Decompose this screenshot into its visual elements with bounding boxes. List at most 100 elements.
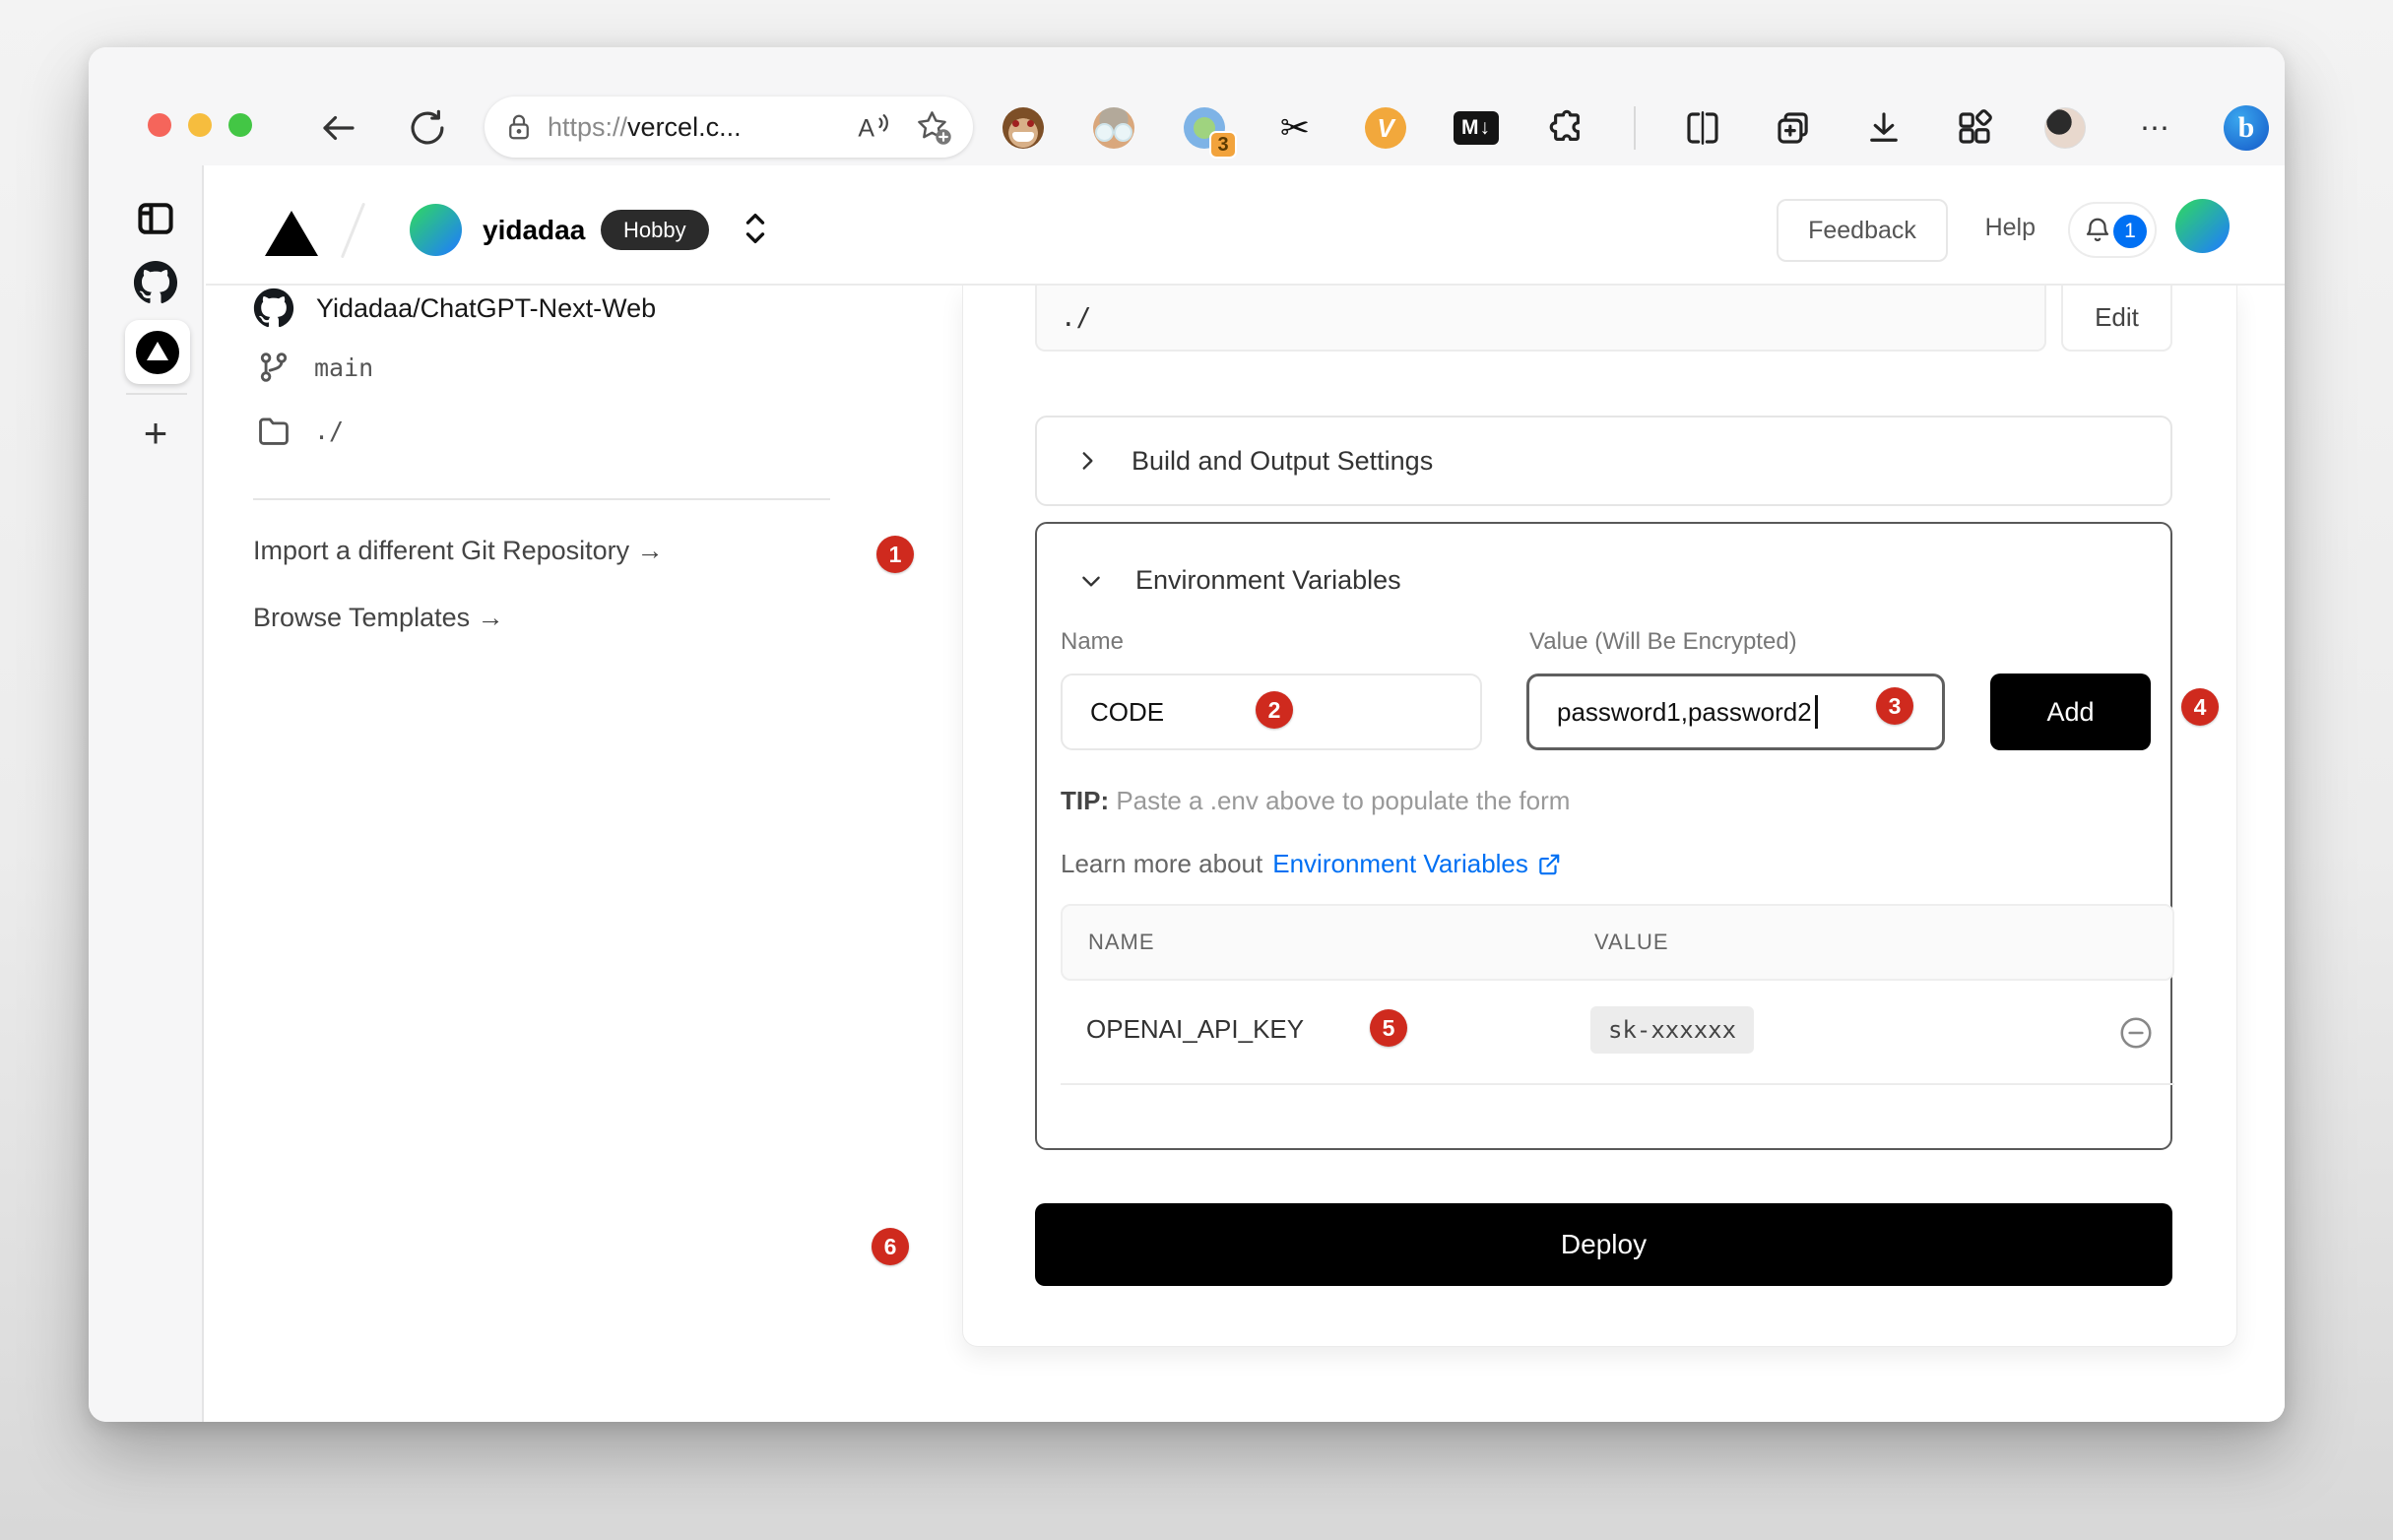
env-row-value: sk-xxxxxx: [1590, 1006, 1754, 1054]
edit-root-directory-button[interactable]: Edit: [2061, 286, 2172, 352]
downloads-button[interactable]: [1860, 104, 1908, 152]
remove-env-variable-button[interactable]: [2117, 1014, 2155, 1052]
value-label: Value (Will Be Encrypted): [1529, 628, 1797, 656]
chevron-down-icon: [1078, 568, 1104, 594]
plan-badge: Hobby: [601, 210, 709, 250]
github-icon: [133, 260, 178, 305]
environment-variables-section: Environment Variables Name Value (Will B…: [1035, 522, 2172, 1150]
minimize-window-button[interactable]: [188, 113, 212, 137]
build-output-settings-section[interactable]: Build and Output Settings: [1035, 416, 2172, 506]
external-link-icon: [1536, 852, 1562, 877]
import-project-body: Yidadaa/ChatGPT-Next-Web main ./ Import …: [206, 286, 2285, 1422]
userscript-extension-icon[interactable]: [1090, 104, 1137, 152]
repo-info-row: Yidadaa/ChatGPT-Next-Web: [253, 288, 656, 329]
feedback-button[interactable]: Feedback: [1777, 199, 1948, 262]
markdown-extension-icon[interactable]: M↓: [1453, 104, 1500, 152]
annotation-badge-4: 4: [2181, 688, 2219, 726]
environment-variables-header[interactable]: Environment Variables: [1078, 565, 1401, 596]
minus-circle-icon: [2117, 1014, 2155, 1052]
github-icon: [253, 288, 294, 329]
apps-launcher-button[interactable]: [1951, 104, 1998, 152]
vercel-app-icon: [136, 331, 179, 374]
close-window-button[interactable]: [148, 113, 171, 137]
build-output-settings-title: Build and Output Settings: [1132, 446, 1433, 477]
chevron-right-icon: [1074, 448, 1100, 474]
bing-icon: b: [2224, 105, 2269, 151]
annotation-badge-3: 3: [1876, 687, 1913, 725]
import-different-repo-link[interactable]: Import a different Git Repository →: [253, 536, 664, 566]
annotation-badge-5: 5: [1370, 1009, 1407, 1047]
split-screen-button[interactable]: [1679, 104, 1726, 152]
browser-profile-avatar[interactable]: [2041, 104, 2089, 152]
sidebar-add-button[interactable]: +: [123, 401, 188, 466]
sidebar-item-vercel-active[interactable]: [125, 320, 190, 384]
user-avatar[interactable]: [2175, 199, 2230, 253]
team-switcher-button[interactable]: [739, 209, 772, 248]
team-avatar[interactable]: [410, 204, 462, 256]
root-dir-value: ./: [314, 417, 344, 445]
v-extension-icon[interactable]: V: [1362, 104, 1409, 152]
vercel-page-header: yidadaa Hobby Feedback Help 1: [206, 165, 2285, 286]
proxy-extension-icon[interactable]: 3: [1181, 104, 1228, 152]
proxy-badge: 3: [1209, 131, 1237, 159]
notification-count-badge: 1: [2113, 215, 2147, 248]
notifications-button[interactable]: 1: [2068, 202, 2157, 258]
annotation-badge-2: 2: [1256, 691, 1293, 729]
collections-button[interactable]: [1770, 104, 1817, 152]
split-screen-icon: [1682, 107, 1723, 149]
text-caret: [1815, 695, 1818, 729]
environment-variables-link[interactable]: Environment Variables: [1272, 849, 1562, 879]
team-name: yidadaa: [483, 215, 585, 246]
tab-panel-button[interactable]: [123, 186, 188, 251]
back-button[interactable]: [315, 104, 362, 152]
annotation-badge-1: 1: [876, 536, 914, 573]
puzzle-icon: [1546, 107, 1587, 149]
browser-sidebar: +: [89, 165, 204, 1422]
sidebar-item-github[interactable]: [123, 250, 188, 315]
url-host: vercel.c...: [627, 112, 742, 142]
configure-project-card: ./ Edit Build and Output Settings Enviro…: [962, 286, 2237, 1347]
zoom-window-button[interactable]: [228, 113, 252, 137]
url-text: https://vercel.c...: [548, 112, 742, 143]
browser-toolbar: https://vercel.c... A 3 ✂ V M↓: [89, 47, 2285, 165]
vercel-page: yidadaa Hobby Feedback Help 1 Yidadaa/Ch…: [206, 165, 2285, 1422]
bing-chat-button[interactable]: b: [2223, 104, 2270, 152]
extensions-menu-icon[interactable]: [1543, 104, 1590, 152]
deploy-button[interactable]: Deploy: [1035, 1203, 2172, 1286]
apps-grid-icon: [1954, 107, 1995, 149]
env-table-row: OPENAI_API_KEY sk-xxxxxx: [1061, 989, 2174, 1077]
help-link[interactable]: Help: [1985, 214, 2036, 242]
root-directory-input[interactable]: ./: [1035, 286, 2046, 352]
annotation-badge-6: 6: [872, 1228, 909, 1265]
svg-text:A: A: [858, 115, 874, 143]
settings-menu-button[interactable]: ⋯: [2132, 104, 2179, 152]
root-dir-row: ./: [255, 412, 344, 449]
browser-window: https://vercel.c... A 3 ✂ V M↓: [89, 47, 2285, 1422]
ellipsis-icon: ⋯: [2140, 111, 2171, 146]
table-name-header: NAME: [1088, 930, 1155, 955]
browse-templates-link[interactable]: Browse Templates →: [253, 603, 504, 633]
extension-icons-row: 3 ✂ V M↓ ⋯ b: [1000, 104, 2270, 152]
folder-icon: [255, 412, 292, 449]
env-learn-more: Learn more about Environment Variables: [1061, 849, 1562, 879]
env-table-header: NAME VALUE: [1061, 904, 2174, 981]
url-scheme: https://: [548, 112, 627, 142]
vercel-logo-icon[interactable]: [265, 211, 318, 256]
favorite-add-icon[interactable]: [914, 107, 953, 147]
read-aloud-icon[interactable]: A: [857, 110, 892, 144]
refresh-icon: [407, 107, 448, 149]
browser-window-icon: [134, 197, 177, 240]
clipper-extension-icon[interactable]: ✂: [1271, 104, 1319, 152]
refresh-button[interactable]: [404, 104, 451, 152]
add-env-variable-button[interactable]: Add: [1990, 674, 2151, 750]
env-row-divider: [1061, 1083, 2174, 1085]
toolbar-divider: [1634, 106, 1636, 150]
env-tip-text: TIP: Paste a .env above to populate the …: [1061, 786, 1570, 816]
branch-name: main: [314, 353, 373, 382]
table-value-header: VALUE: [1594, 930, 1669, 955]
address-bar[interactable]: https://vercel.c... A: [485, 96, 973, 158]
breadcrumb-slash: [341, 203, 365, 259]
traffic-lights: [148, 113, 252, 137]
download-icon: [1863, 107, 1905, 149]
tampermonkey-extension-icon[interactable]: [1000, 104, 1047, 152]
